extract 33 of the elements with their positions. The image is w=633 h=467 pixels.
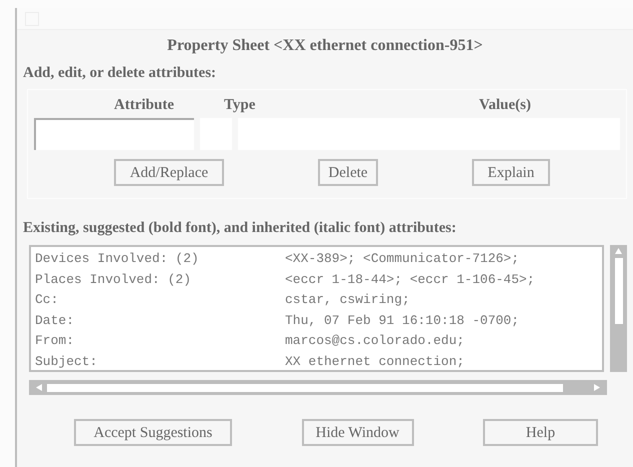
attribute-list[interactable]	[29, 245, 604, 372]
scroll-thumb[interactable]	[614, 258, 623, 324]
scroll-right-icon[interactable]	[593, 383, 601, 392]
attribute-value: <eccr 1-18-44>; <eccr 1-106-45>;	[285, 270, 535, 288]
attribute-name: Devices Involved: (2)	[35, 250, 200, 268]
dialog-button[interactable]: Explain	[472, 159, 550, 186]
attribute-value: Thu, 07 Feb 91 16:10:18 -0700;	[285, 312, 520, 330]
attribute-value: marcos@cs.colorado.edu;	[285, 332, 464, 350]
attribute-name: Places Involved: (2)	[35, 270, 192, 288]
sheet-heading: Property Sheet <XX ethernet connection-951>	[166, 36, 484, 56]
scroll-up-icon[interactable]	[614, 247, 624, 255]
vertical-scrollbar[interactable]	[610, 245, 627, 372]
dialog-button[interactable]: Hide Window	[302, 419, 414, 446]
dialog-button[interactable]: Delete	[318, 159, 378, 186]
scroll-thumb[interactable]	[47, 384, 563, 392]
attribute-name: Subject:	[35, 352, 98, 370]
dialog-button[interactable]: Add/Replace	[114, 159, 224, 186]
section-label: Add, edit, or delete attributes:	[22, 64, 218, 83]
attribute-name: From:	[35, 332, 76, 350]
section-label: Existing, suggested (bold font), and inherited (italic font) attributes:	[22, 218, 458, 238]
dialog-button[interactable]: Help	[483, 419, 598, 446]
attribute-value: XX ethernet connection;	[285, 352, 464, 370]
attribute-value: cstar, cswiring;	[285, 291, 410, 309]
scroll-left-icon[interactable]	[35, 383, 43, 392]
column-header: Attribute	[113, 96, 174, 114]
attribute-name: Cc:	[35, 291, 60, 309]
column-header: Type	[224, 96, 256, 114]
column-header: Value(s)	[479, 96, 531, 114]
attribute-field[interactable]	[34, 118, 194, 150]
attribute-value: <XX-389>; <Communicator-7126>;	[285, 250, 520, 268]
dialog-button[interactable]: Accept Suggestions	[74, 419, 232, 446]
attribute-name: Date:	[35, 312, 76, 330]
horizontal-scrollbar[interactable]	[29, 380, 607, 395]
